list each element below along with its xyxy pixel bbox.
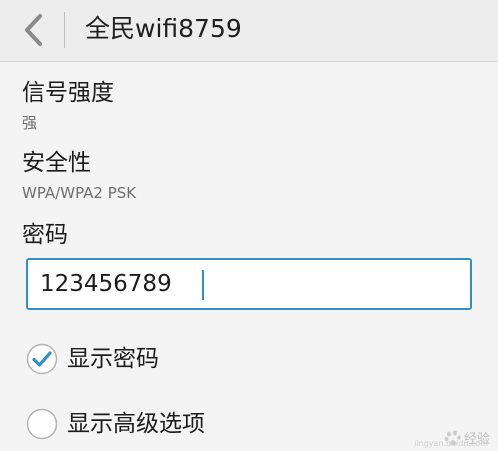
watermark-url: jingyan.baidu.com [414,439,488,448]
header-divider [64,12,65,48]
unchecked-circle-icon[interactable] [26,408,58,440]
baidu-jingyan-watermark: 经验 jingyan.baidu.com [414,429,490,448]
signal-strength-value: 强 [22,114,38,132]
signal-strength-label: 信号强度 [22,80,114,106]
back-button[interactable] [10,6,56,54]
password-input[interactable] [28,260,470,308]
show-advanced-option[interactable]: 显示高级选项 [26,404,205,444]
text-cursor [202,270,204,300]
chevron-left-icon [25,14,42,46]
password-label: 密码 [22,222,68,248]
show-password-option[interactable]: 显示密码 [26,339,159,379]
security-label: 安全性 [22,150,91,176]
checked-circle-icon[interactable] [26,343,58,375]
show-advanced-label: 显示高级选项 [67,411,205,437]
page-title: 全民wifi8759 [85,14,242,43]
security-value: WPA/WPA2 PSK [22,184,137,202]
password-field[interactable] [26,258,472,310]
show-password-label: 显示密码 [67,346,159,372]
top-bar: 全民wifi8759 [0,0,498,62]
